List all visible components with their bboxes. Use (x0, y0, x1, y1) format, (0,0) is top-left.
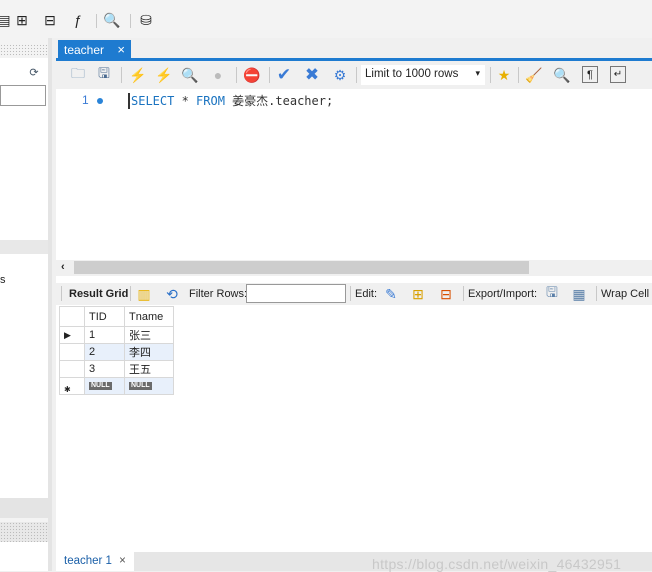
table-row[interactable]: 3 王五 (59, 360, 174, 378)
column-header-tname[interactable]: Tname (124, 306, 174, 327)
cell[interactable]: 3 (84, 360, 125, 378)
execute-current-icon[interactable]: ⚡ (154, 65, 174, 85)
tab-teacher[interactable]: teacher × (58, 40, 131, 60)
stop-icon[interactable]: ● (208, 65, 228, 85)
filter-label: Filter Rows: (189, 288, 248, 300)
add-snippet-icon[interactable]: ★ (494, 65, 514, 85)
result-grid[interactable]: TID Tname ▶ 1 张三 2 李四 3 王五 ✱ NULL NULL (59, 306, 174, 395)
save-icon[interactable]: 🖫 (94, 65, 114, 85)
invisible-chars-icon[interactable]: ¶ (582, 66, 598, 83)
result-tabbar: teacher 1 × https://blog.csdn.net/weixin… (56, 552, 652, 572)
close-tab-icon[interactable]: × (117, 42, 125, 57)
delete-row-icon[interactable]: ⊟ (436, 284, 456, 304)
sidebar-footer (0, 522, 48, 542)
limit-rows-select[interactable]: Limit to 1000 rows ▾ (361, 65, 485, 85)
chevron-down-icon: ▾ (475, 68, 480, 78)
editor-toolbar: 🗀 🖫 ⚡ ⚡ 🔍 ● ⛔ ✔ ✖ ⚙ Limit to 1000 rows ▾… (56, 61, 652, 89)
table-row[interactable]: 2 李四 (59, 343, 174, 361)
cell[interactable]: 1 (84, 326, 125, 344)
export-icon[interactable]: 🖫 (542, 284, 562, 304)
navigator-sidebar: ⟳ s (0, 38, 52, 571)
new-view-icon[interactable]: ⊟ (40, 10, 60, 30)
word-wrap-icon[interactable]: ↵ (610, 66, 626, 83)
edit-label: Edit: (355, 288, 378, 300)
statement-marker-icon (97, 98, 103, 104)
sql-editor[interactable]: 1 SELECT * FROM 姜豪杰.teacher; (56, 89, 652, 259)
new-row-icon: ✱ (59, 377, 85, 395)
new-row[interactable]: ✱ NULL NULL (59, 377, 174, 395)
watermark: https://blog.csdn.net/weixin_46432951 (372, 556, 622, 572)
sidebar-tabbar[interactable] (0, 498, 48, 518)
header-row: TID Tname (59, 306, 174, 327)
result-toolbar: Result Grid ▥ ⟲ Filter Rows: Edit: ✎ ⊞ ⊟… (56, 283, 652, 305)
execute-icon[interactable]: ⚡ (128, 65, 148, 85)
cell[interactable]: 李四 (124, 343, 174, 361)
null-badge[interactable]: NULL (129, 382, 152, 390)
reconnect-icon[interactable]: ⛁ (136, 10, 156, 30)
grid-layout-icon[interactable]: ▥ (134, 284, 154, 304)
column-header-tid[interactable]: TID (84, 306, 125, 327)
sidebar-header (0, 44, 48, 56)
cell[interactable]: 2 (84, 343, 125, 361)
query-area: teacher × 🗀 🖫 ⚡ ⚡ 🔍 ● ⛔ ✔ ✖ ⚙ Limit to 1… (56, 38, 652, 572)
new-table-icon[interactable]: ⊞ (12, 10, 32, 30)
cell[interactable]: 张三 (124, 326, 174, 344)
find-icon[interactable]: 🔍 (552, 65, 572, 85)
beautify-icon[interactable]: 🧹 (524, 65, 544, 85)
commit-icon[interactable]: ✔ (274, 65, 294, 85)
table-row[interactable]: ▶ 1 张三 (59, 326, 174, 344)
autocommit-icon[interactable]: ⚙ (330, 65, 350, 85)
sidebar-label: s (0, 274, 6, 286)
edit-row-icon[interactable]: ✎ (381, 284, 401, 304)
tab-label: teacher (64, 43, 105, 57)
rollback-icon[interactable]: ✖ (302, 65, 322, 85)
horizontal-scrollbar[interactable]: ‹ (56, 260, 652, 276)
refresh-icon[interactable]: ⟲ (162, 284, 182, 304)
insert-row-icon[interactable]: ⊞ (408, 284, 428, 304)
open-file-icon[interactable]: 🗀 (68, 65, 88, 85)
cell[interactable]: 王五 (124, 360, 174, 378)
filter-rows-input[interactable] (246, 284, 346, 303)
schema-filter-input[interactable] (0, 85, 46, 106)
wrap-cell-label[interactable]: Wrap Cell C (601, 288, 652, 300)
refresh-icon[interactable]: ⟳ (24, 62, 44, 82)
line-number: 1 (82, 93, 89, 107)
new-function-icon[interactable]: ƒ (68, 10, 88, 30)
explain-icon[interactable]: 🔍 (180, 65, 200, 85)
inspector-icon[interactable]: 🔍 (102, 10, 122, 30)
null-badge[interactable]: NULL (89, 382, 112, 390)
scrollbar-thumb[interactable] (74, 261, 529, 274)
sidebar-section-header[interactable] (0, 240, 48, 254)
import-icon[interactable]: ▦ (569, 284, 589, 304)
main-toolbar: ▤ ⊞ ⊟ ƒ 🔍 ⛁ (0, 0, 652, 38)
export-label: Export/Import: (468, 288, 538, 300)
close-tab-icon[interactable]: × (119, 555, 126, 567)
sql-statement[interactable]: SELECT * FROM 姜豪杰.teacher; (128, 93, 333, 109)
result-grid-tab[interactable]: Result Grid (69, 288, 128, 300)
tab-teacher-1[interactable]: teacher 1 × (56, 552, 134, 571)
toggle-error-icon[interactable]: ⛔ (242, 65, 262, 85)
current-row-icon: ▶ (59, 326, 85, 344)
scroll-left-icon[interactable]: ‹ (61, 261, 65, 273)
